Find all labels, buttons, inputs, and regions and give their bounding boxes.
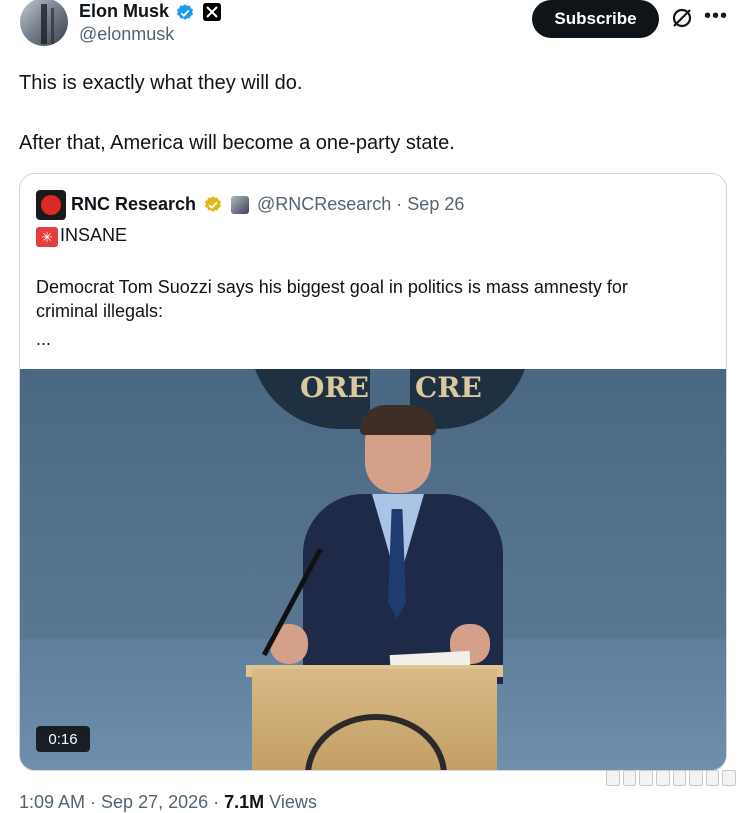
quoted-text-line-1: Democrat Tom Suozzi says his biggest goa… [36, 277, 628, 297]
subscribe-button[interactable]: Subscribe [532, 0, 659, 38]
slashed-circle-icon[interactable] [670, 6, 694, 30]
affiliation-badge-icon [231, 196, 249, 214]
tweet-timestamp[interactable]: 1:09 AM · Sep 27, 2026 · [19, 792, 224, 812]
verified-badge-icon [177, 4, 193, 20]
watermark-decoration [606, 770, 736, 786]
watermark-char [705, 770, 720, 786]
watermark-char [689, 770, 703, 786]
video-emblem-text-left: ORE [300, 371, 370, 404]
watermark-char [606, 770, 620, 786]
author-name[interactable]: Elon Musk [79, 1, 169, 22]
video-player[interactable]: ORE CRE [20, 369, 726, 770]
watermark-char [722, 770, 736, 786]
more-horizontal-icon[interactable]: ••• [704, 6, 728, 26]
siren-emoji-icon: ✳ [36, 227, 58, 247]
watermark-char [672, 770, 687, 786]
avatar-figure-2 [51, 8, 54, 44]
author-handle[interactable]: @elonmusk [79, 24, 174, 45]
speaker-hair [360, 405, 436, 435]
quoted-tag-text: INSANE [60, 225, 128, 245]
watermark-char [622, 770, 637, 786]
watermark-char [655, 770, 670, 786]
x-logo-icon [203, 3, 221, 21]
avatar-figure [41, 4, 47, 44]
watermark-char [639, 770, 653, 786]
gold-verified-badge-icon [205, 196, 221, 212]
quoted-tweet-card[interactable]: RNC Research @RNCResearch · Sep 26 ✳ INS… [19, 173, 727, 771]
quoted-text-ellipsis: ... [36, 329, 52, 349]
quoted-handle-date[interactable]: @RNCResearch · Sep 26 [257, 194, 464, 215]
video-duration-badge: 0:16 [36, 726, 90, 752]
tweet-footer-meta: 1:09 AM · Sep 27, 2026 · 7.1M Views [19, 792, 317, 813]
views-count: 7.1M [224, 792, 265, 812]
quoted-author-name[interactable]: RNC Research [71, 194, 196, 215]
quoted-author-avatar[interactable] [36, 190, 66, 220]
video-emblem-text-right: CRE [415, 371, 482, 404]
views-label: Views [264, 792, 317, 812]
author-avatar[interactable] [20, 0, 68, 46]
rnc-logo-icon [41, 195, 61, 215]
quoted-text-line-2: criminal illegals: [36, 301, 164, 321]
tweet-text-line-1: This is exactly what they will do. [19, 72, 303, 94]
tweet-text-line-2: After that, America will become a one-pa… [19, 132, 455, 154]
